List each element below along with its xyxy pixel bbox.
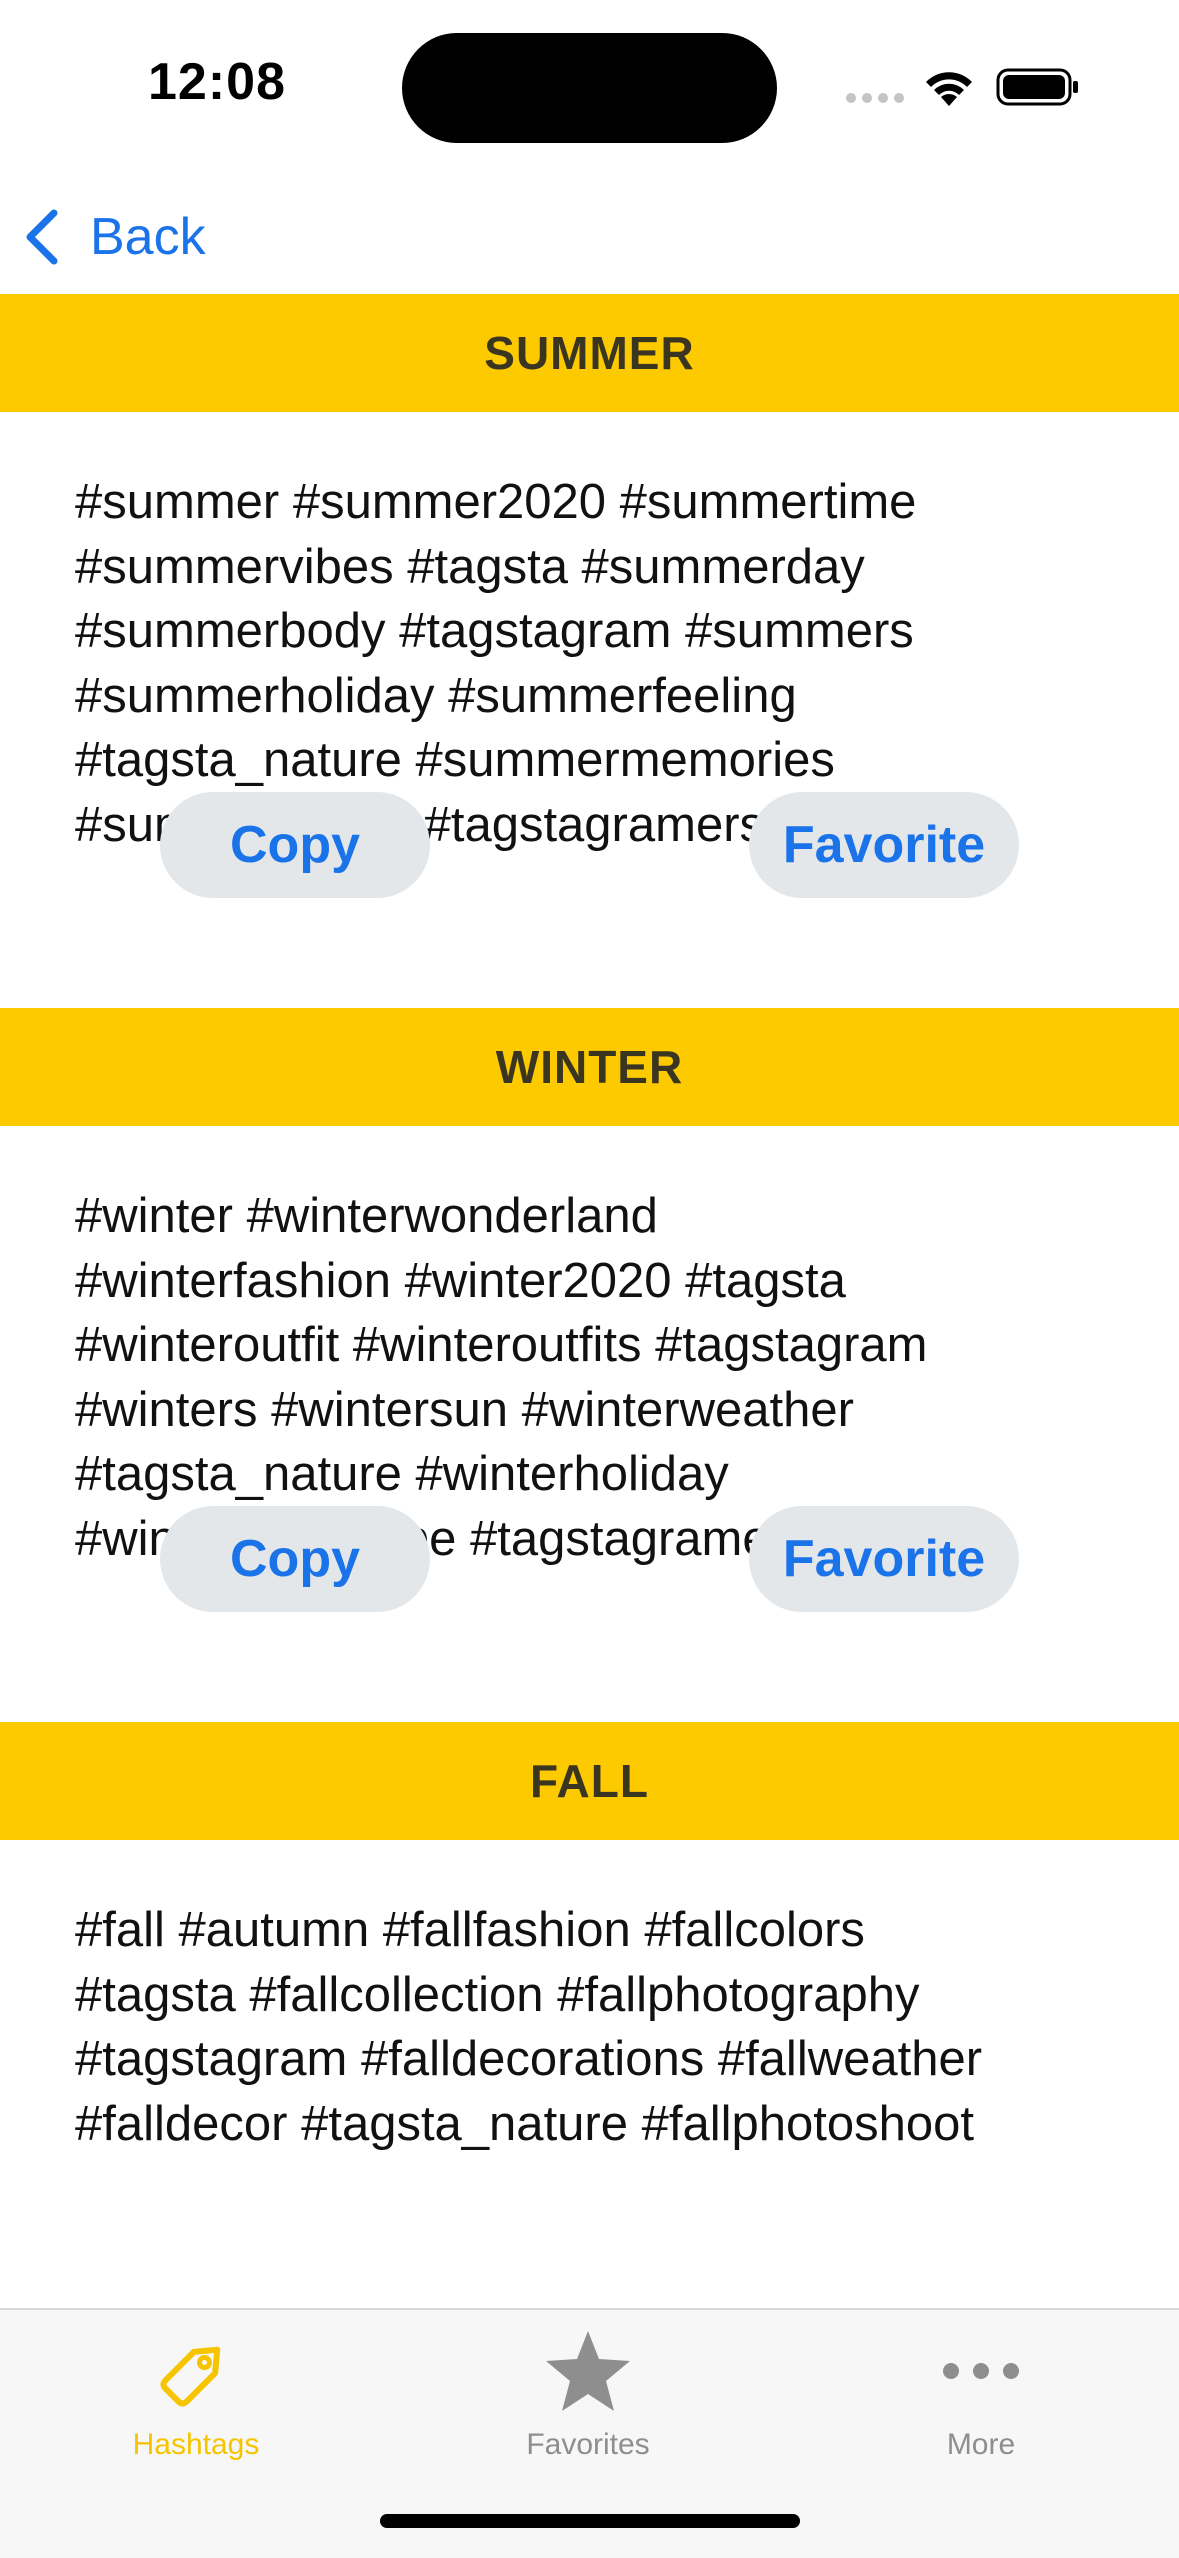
hashtag-list[interactable]: SUMMER #summer #summer2020 #summertime #… xyxy=(0,294,1179,2308)
status-time: 12:08 xyxy=(148,53,286,111)
more-icon xyxy=(943,2363,1019,2379)
back-button[interactable]: Back xyxy=(22,202,206,272)
back-label: Back xyxy=(90,208,206,266)
tag-icon xyxy=(160,2346,221,2407)
dynamic-island xyxy=(402,33,777,143)
copy-button[interactable]: Copy xyxy=(160,792,430,898)
tab-label: More xyxy=(946,2428,1016,2461)
tab-more[interactable]: More xyxy=(851,2326,1111,2476)
section-summer: SUMMER #summer #summer2020 #summertime #… xyxy=(0,294,1179,1008)
tab-label: Favorites xyxy=(526,2428,650,2461)
home-indicator xyxy=(380,2514,800,2528)
cellular-signal-icon xyxy=(846,93,904,103)
section-header: SUMMER xyxy=(0,294,1179,412)
chevron-left-icon xyxy=(26,209,58,265)
status-bar: 12:08 xyxy=(0,0,1179,170)
section-title: WINTER xyxy=(495,1041,684,1093)
copy-button[interactable]: Copy xyxy=(160,1506,430,1612)
navigation-bar: Back xyxy=(0,170,1179,294)
section-header: WINTER xyxy=(0,1008,1179,1126)
section-title: FALL xyxy=(530,1755,649,1807)
section-title: SUMMER xyxy=(484,327,695,379)
hashtags-text: #winter #winterwonderland #winterfashion… xyxy=(75,1189,928,1566)
section-header: FALL xyxy=(0,1722,1179,1840)
section-winter: WINTER #winter #winterwonderland #winter… xyxy=(0,1008,1179,1722)
section-fall: FALL #fall #autumn #fallfashion #fallcol… xyxy=(0,1722,1179,2220)
favorite-button[interactable]: Favorite xyxy=(749,1506,1019,1612)
star-icon xyxy=(546,2331,630,2411)
tab-hashtags[interactable]: Hashtags xyxy=(66,2326,326,2476)
hashtags-text: #fall #autumn #fallfashion #fallcolors #… xyxy=(75,1903,983,2151)
hashtags-text: #summer #summer2020 #summertime #summerv… xyxy=(75,475,917,852)
battery-icon xyxy=(996,68,1078,106)
favorite-button[interactable]: Favorite xyxy=(749,792,1019,898)
tab-favorites[interactable]: Favorites xyxy=(458,2326,718,2476)
tab-label: Hashtags xyxy=(132,2428,260,2461)
wifi-icon xyxy=(926,72,972,106)
